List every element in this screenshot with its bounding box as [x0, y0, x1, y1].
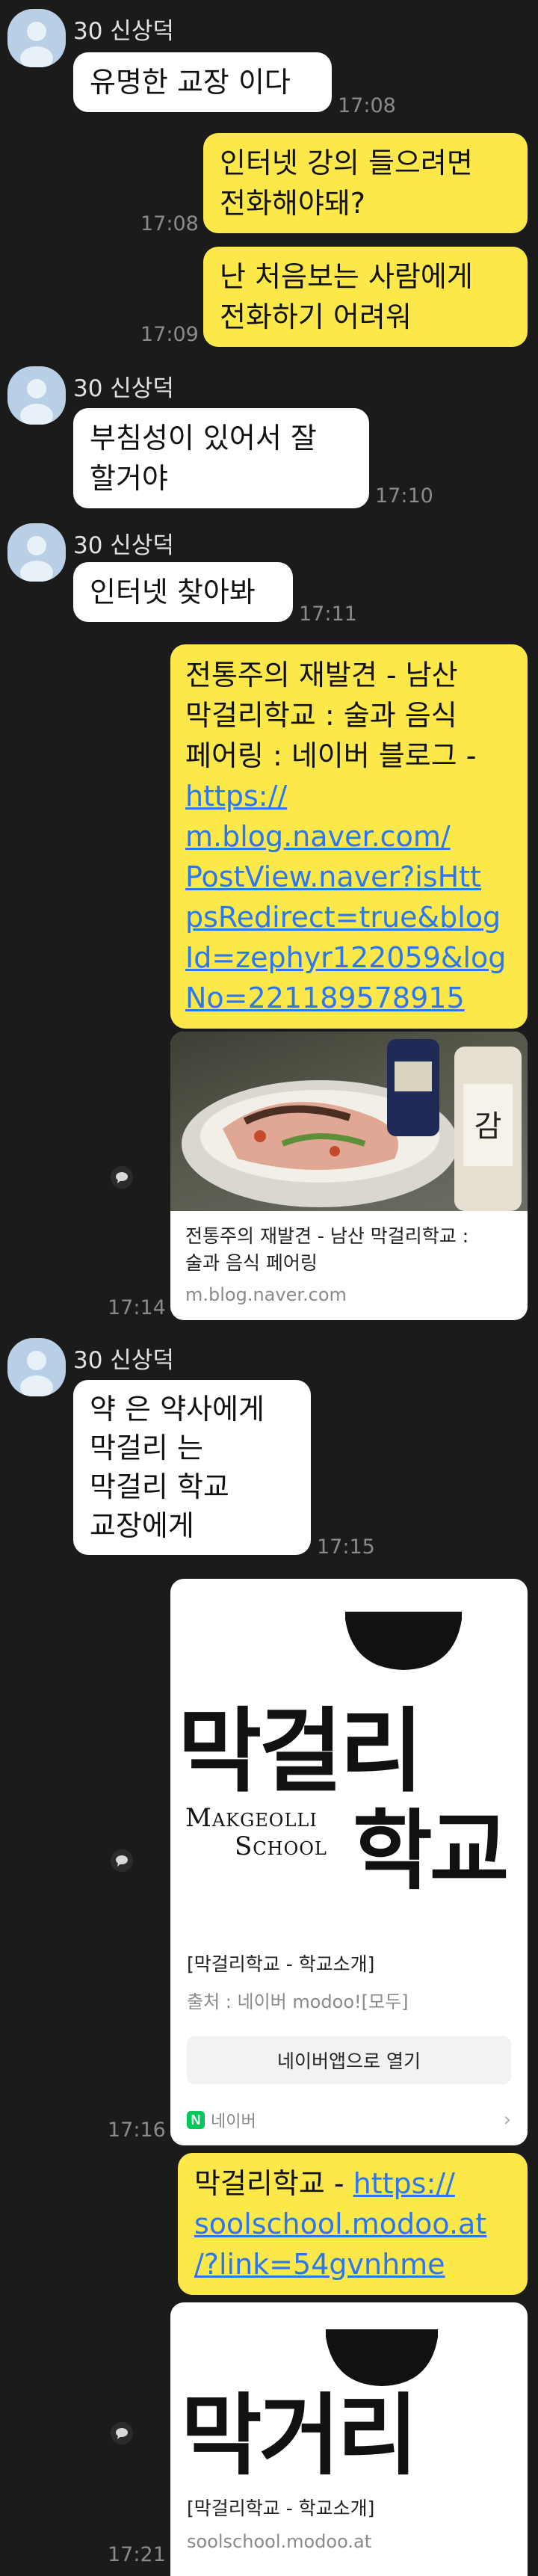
- person-icon: [20, 1351, 53, 1396]
- message-text: 막걸리학교 -: [194, 2167, 353, 2200]
- preview-source: 출처 : 네이버 modoo![모두]: [187, 1991, 409, 2012]
- sender-name: 30 신상덕: [73, 1347, 174, 1374]
- url-text: https://: [185, 780, 288, 813]
- url-link[interactable]: https://: [353, 2167, 455, 2200]
- message-text: 막걸리 학교: [90, 1470, 229, 1503]
- svg-text:감: 감: [474, 1109, 502, 1144]
- sender-name: 30 신상덕: [73, 375, 174, 402]
- button-label: 네이버앱으로 열기: [277, 2050, 421, 2072]
- footer-label: 네이버: [211, 2113, 256, 2131]
- message-text: 약 은 약사에게: [90, 1393, 265, 1426]
- link-message-bubble[interactable]: 막걸리학교 - https:// soolschool.modoo.at /?l…: [178, 2153, 528, 2295]
- message-bubble[interactable]: 부침성이 있어서 잘 할거야: [73, 408, 369, 508]
- message-bubble[interactable]: 약 은 약사에게 막걸리 는 막걸리 학교 교장에게: [73, 1380, 311, 1555]
- logo-korean-text: 학교: [353, 1800, 509, 1902]
- sender-name: 30 신상덕: [73, 18, 174, 45]
- open-in-naver-app-button[interactable]: 네이버앱으로 열기: [187, 2036, 511, 2084]
- person-icon: [20, 379, 53, 425]
- chat-bubble-icon: [116, 2428, 128, 2439]
- school-logo: 막걸리 학교 Makgeolli School: [170, 1579, 528, 1930]
- preview-domain: m.blog.naver.com: [185, 1284, 347, 1305]
- timestamp: 17:10: [375, 484, 433, 508]
- timestamp: 17:11: [299, 603, 357, 626]
- message-bubble[interactable]: 유명한 교장 이다: [73, 52, 332, 112]
- timestamp: 17:14: [108, 1296, 166, 1319]
- message-text: 막걸리 는: [90, 1432, 203, 1464]
- timestamp: 17:09: [140, 323, 199, 346]
- link-preview-card[interactable]: 막걸리 학교 Makgeolli School [막걸리학교 - 학교소개] 출…: [170, 1579, 528, 2145]
- sender-name: 30 신상덕: [73, 532, 174, 559]
- timestamp: 17:15: [317, 1535, 375, 1559]
- url-text: No=221189578915: [185, 982, 465, 1014]
- chat-bubble-icon: [116, 1172, 128, 1183]
- logo-korean-text: 막거리: [181, 2383, 418, 2487]
- message-text: 난 처음보는 사람에게: [220, 260, 473, 293]
- card-footer: N 네이버 ›: [187, 2108, 511, 2132]
- avatar[interactable]: [7, 366, 66, 425]
- url-text: Id=zephyr122059&log: [185, 941, 507, 974]
- url-text: PostView.naver?isHtt: [185, 860, 482, 893]
- message-text: 전통주의 재발견 - 남산: [185, 659, 458, 691]
- message-bubble[interactable]: 난 처음보는 사람에게 전화하기 어려워: [203, 247, 528, 347]
- message-text: 교장에게: [90, 1509, 194, 1542]
- person-icon: [20, 22, 53, 67]
- logo-english-text: Makgeolli: [185, 1803, 318, 1833]
- url-text: m.blog.naver.com/: [185, 820, 451, 853]
- message-text: 인터넷 찾아봐: [90, 576, 256, 608]
- message-text: 인터넷 강의 들으려면: [220, 147, 473, 179]
- message-text: 할거야: [90, 462, 168, 495]
- chevron-right-icon: ›: [503, 2109, 511, 2131]
- message-bubble[interactable]: 인터넷 강의 들으려면 전화해야돼?: [203, 133, 528, 233]
- message-text: 페어링 : 네이버 블로그 -: [185, 739, 477, 772]
- timestamp: 17:08: [338, 94, 396, 117]
- timestamp: 17:08: [140, 212, 199, 235]
- url-text[interactable]: /?link=54gvnhme: [194, 2244, 511, 2284]
- link-preview-card[interactable]: 감 전통주의 재발견 - 남산 막걸리학교 : 술과 음식 페어링 m.blog…: [170, 1032, 528, 1320]
- message-bubble[interactable]: 인터넷 찾아봐: [73, 562, 293, 622]
- preview-image: 감: [170, 1032, 528, 1211]
- preview-title-line: 전통주의 재발견 - 남산 막걸리학교 :: [185, 1225, 469, 1247]
- person-icon: [20, 536, 53, 582]
- food-photo-icon: 감: [182, 1039, 522, 1211]
- preview-title-line: 술과 음식 페어링: [185, 1252, 318, 1274]
- preview-title: [막걸리학교 - 학교소개]: [187, 1953, 375, 1975]
- url-link[interactable]: https:// m.blog.naver.com/ PostView.nave…: [185, 776, 513, 1018]
- chat-bubble-icon: [116, 1855, 128, 1867]
- logo-english-text: School: [235, 1831, 327, 1861]
- avatar[interactable]: [7, 9, 66, 67]
- url-text: psRedirect=true&blog: [185, 901, 501, 934]
- preview-domain: soolschool.modoo.at: [187, 2531, 372, 2552]
- message-text: 부침성이 있어서 잘: [90, 422, 317, 455]
- avatar[interactable]: [7, 523, 66, 582]
- message-text: 유명한 교장 이다: [90, 66, 291, 99]
- share-button[interactable]: [111, 1166, 133, 1189]
- link-preview-card[interactable]: 막거리 [막걸리학교 - 학교소개] soolschool.modoo.at: [170, 2302, 528, 2576]
- preview-title: [막걸리학교 - 학교소개]: [187, 2498, 375, 2519]
- share-button[interactable]: [111, 2422, 133, 2444]
- timestamp: 17:16: [108, 2119, 166, 2142]
- message-text: 전화하기 어려워: [220, 301, 412, 333]
- link-message-bubble[interactable]: 전통주의 재발견 - 남산 막걸리학교 : 술과 음식 페어링 : 네이버 블로…: [170, 644, 528, 1029]
- message-text: 전화해야돼?: [220, 187, 365, 220]
- share-button[interactable]: [111, 1849, 133, 1872]
- message-text: 막걸리학교 : 술과 음식: [185, 699, 457, 732]
- url-text[interactable]: soolschool.modoo.at: [194, 2204, 511, 2244]
- timestamp: 17:21: [108, 2543, 166, 2566]
- avatar[interactable]: [7, 1338, 66, 1396]
- preview-title: 전통주의 재발견 - 남산 막걸리학교 : 술과 음식 페어링: [185, 1223, 469, 1277]
- naver-logo-icon: N: [187, 2111, 205, 2129]
